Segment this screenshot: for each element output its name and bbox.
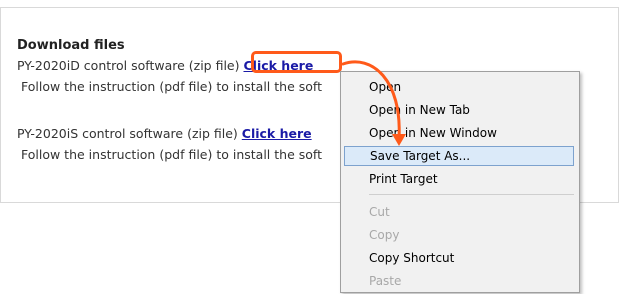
download-item-iD: PY-2020iD control software (zip file) Cl… bbox=[17, 58, 313, 73]
click-here-link-iS[interactable]: Click here bbox=[242, 126, 312, 141]
context-menu: Open Open in New Tab Open in New Window … bbox=[340, 71, 580, 293]
menu-item-open-new-window[interactable]: Open in New Window bbox=[369, 123, 497, 143]
section-heading: Download files bbox=[17, 38, 125, 53]
download-item-text: PY-2020iD control software (zip file) bbox=[17, 58, 244, 73]
instruction-text-iS: Follow the instruction (pdf file) to ins… bbox=[21, 147, 322, 162]
menu-item-open[interactable]: Open bbox=[369, 77, 401, 97]
menu-item-open-new-tab[interactable]: Open in New Tab bbox=[369, 100, 470, 120]
menu-item-save-target-as[interactable]: Save Target As... bbox=[344, 146, 574, 166]
menu-item-cut: Cut bbox=[369, 205, 390, 219]
menu-separator bbox=[369, 194, 574, 195]
download-item-iS: PY-2020iS control software (zip file) Cl… bbox=[17, 126, 312, 141]
menu-item-copy: Copy bbox=[369, 228, 400, 242]
download-item-text: PY-2020iS control software (zip file) bbox=[17, 126, 242, 141]
menu-item-print-target[interactable]: Print Target bbox=[369, 169, 438, 189]
click-here-link-iD[interactable]: Click here bbox=[243, 58, 313, 73]
instruction-text-iD: Follow the instruction (pdf file) to ins… bbox=[21, 79, 322, 94]
menu-item-copy-shortcut[interactable]: Copy Shortcut bbox=[369, 248, 454, 268]
menu-item-paste: Paste bbox=[369, 274, 402, 288]
